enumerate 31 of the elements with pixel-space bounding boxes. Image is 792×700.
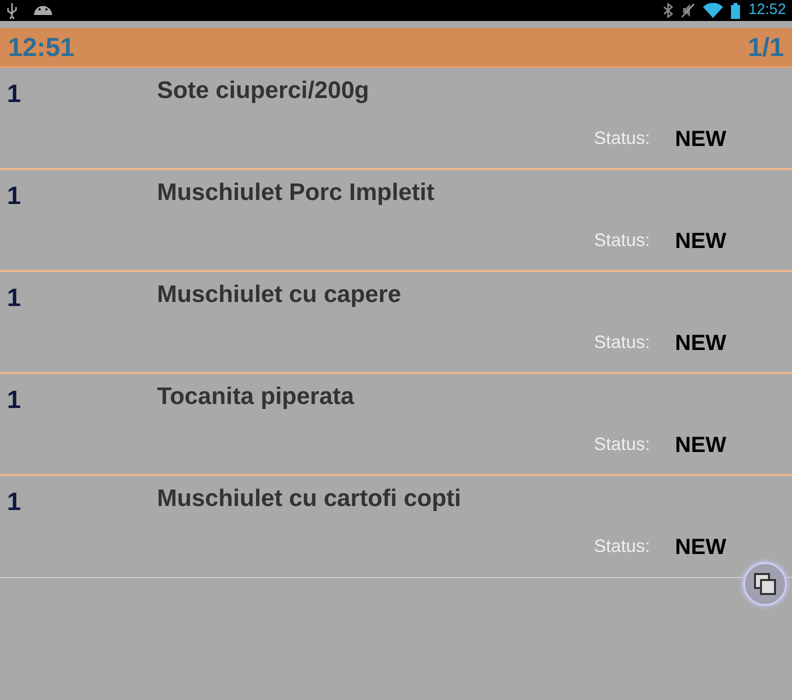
status-label: Status:	[594, 229, 650, 252]
windows-icon	[753, 572, 777, 596]
item-name: Muschiulet cu capere	[157, 280, 402, 310]
battery-icon	[731, 2, 740, 18]
item-quantity: 1	[7, 283, 21, 314]
item-quantity: 1	[7, 181, 21, 212]
item-name: Tocanita piperata	[157, 382, 354, 412]
status-value: NEW	[675, 125, 726, 153]
android-icon	[34, 6, 52, 15]
status-value: NEW	[675, 431, 726, 459]
status-value: NEW	[675, 533, 726, 561]
item-name: Muschiulet cu cartofi copti	[157, 484, 462, 514]
status-label: Status:	[594, 535, 650, 558]
usb-icon	[6, 2, 18, 18]
item-quantity: 1	[7, 487, 21, 518]
item-name: Sote ciuperci/200g	[157, 76, 370, 106]
bluetooth-icon	[663, 3, 674, 18]
order-time: 12:51	[8, 30, 74, 64]
item-name: Muschiulet Porc Impletit	[157, 178, 434, 208]
clock: 12:52	[748, 0, 786, 20]
muted-icon	[681, 3, 696, 18]
status-label: Status:	[594, 331, 650, 354]
status-label: Status:	[594, 127, 650, 150]
status-value: NEW	[675, 329, 726, 357]
page-counter: 1/1	[748, 30, 784, 64]
wifi-icon	[703, 3, 724, 18]
item-quantity: 1	[7, 79, 21, 110]
status-value: NEW	[675, 227, 726, 255]
item-quantity: 1	[7, 385, 21, 416]
overlay-button[interactable]	[743, 562, 787, 606]
status-label: Status:	[594, 433, 650, 456]
